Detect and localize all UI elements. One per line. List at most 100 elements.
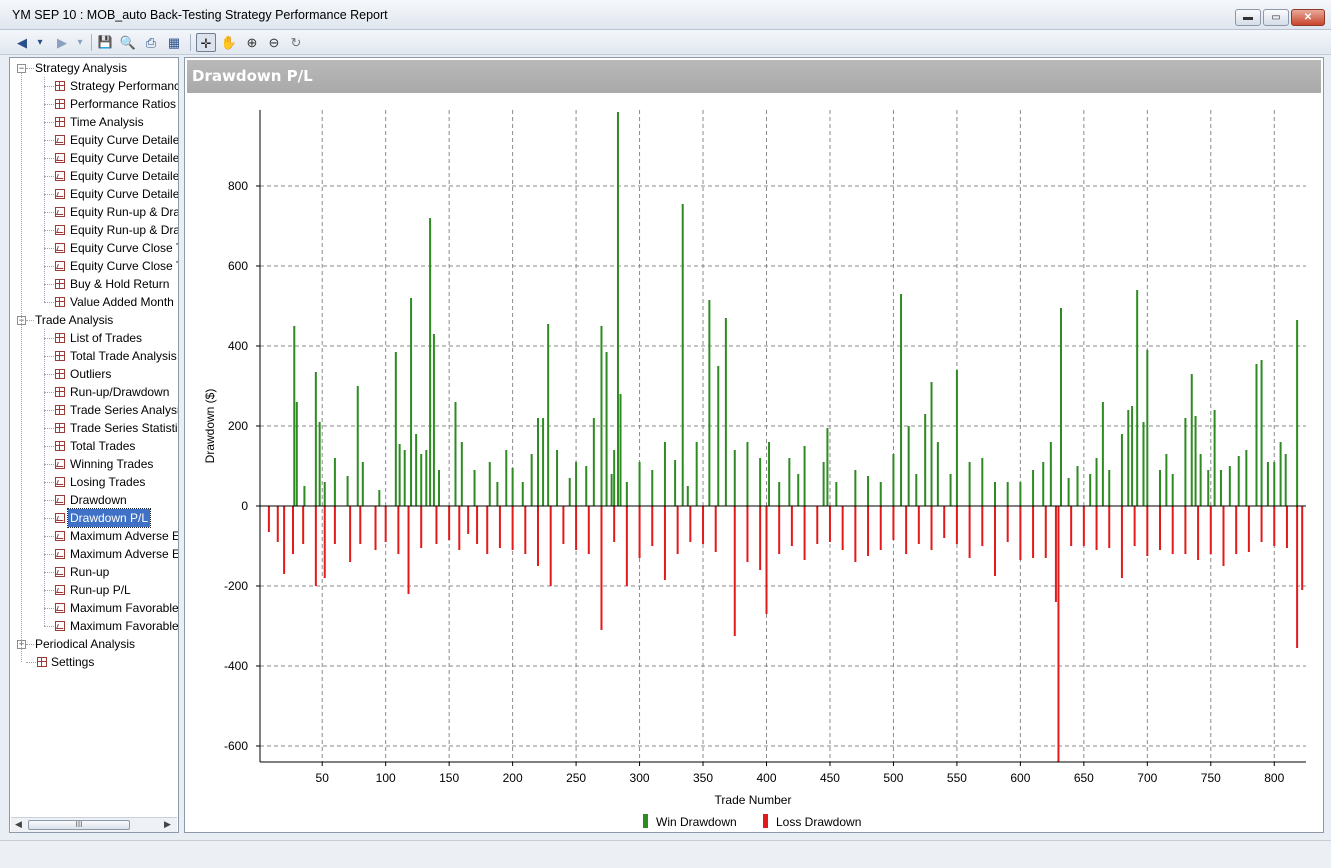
close-button[interactable]: ✕ bbox=[1291, 9, 1325, 26]
bar-win[interactable] bbox=[681, 204, 684, 506]
bar-win[interactable] bbox=[1266, 462, 1269, 506]
bar-loss[interactable] bbox=[1082, 506, 1085, 546]
bar-win[interactable] bbox=[1237, 456, 1240, 506]
bar-loss[interactable] bbox=[276, 506, 279, 542]
bar-loss[interactable] bbox=[892, 506, 895, 540]
tree-group-1[interactable]: Trade Analysis bbox=[35, 311, 113, 329]
bar-loss[interactable] bbox=[1301, 506, 1304, 590]
bar-win[interactable] bbox=[568, 478, 571, 506]
restore-button[interactable]: ▭ bbox=[1263, 9, 1289, 26]
tree-item[interactable]: Buy & Hold Return bbox=[70, 275, 169, 293]
bar-win[interactable] bbox=[651, 470, 654, 506]
bar-win[interactable] bbox=[907, 426, 910, 506]
bar-win[interactable] bbox=[788, 458, 791, 506]
bar-loss[interactable] bbox=[879, 506, 882, 550]
bar-loss[interactable] bbox=[498, 506, 501, 548]
bar-loss[interactable] bbox=[384, 506, 387, 542]
bar-loss[interactable] bbox=[1108, 506, 1111, 548]
bar-loss[interactable] bbox=[1247, 506, 1250, 552]
bar-win[interactable] bbox=[900, 294, 903, 506]
bar-win[interactable] bbox=[333, 458, 336, 506]
bar-win[interactable] bbox=[613, 450, 616, 506]
bar-win[interactable] bbox=[854, 470, 857, 506]
bar-loss[interactable] bbox=[714, 506, 717, 552]
bar-win[interactable] bbox=[575, 462, 578, 506]
tree-settings[interactable]: Settings bbox=[51, 653, 94, 671]
bar-win[interactable] bbox=[1127, 410, 1130, 506]
scroll-left-icon[interactable]: ◀ bbox=[15, 819, 22, 830]
bar-win[interactable] bbox=[674, 460, 677, 506]
bar-loss[interactable] bbox=[1235, 506, 1238, 554]
scroll-thumb[interactable]: III bbox=[28, 820, 130, 830]
scroll-right-icon[interactable]: ▶ bbox=[164, 819, 171, 830]
bar-win[interactable] bbox=[378, 490, 381, 506]
bar-win[interactable] bbox=[1279, 442, 1282, 506]
bar-loss[interactable] bbox=[638, 506, 641, 558]
bar-loss[interactable] bbox=[562, 506, 565, 544]
bar-loss[interactable] bbox=[651, 506, 654, 546]
tree-item[interactable]: Equity Curve Close T bbox=[70, 239, 178, 257]
bar-loss[interactable] bbox=[314, 506, 317, 586]
forward-arrow-icon[interactable]: ▶ bbox=[54, 33, 70, 52]
bar-win[interactable] bbox=[496, 482, 499, 506]
bar-loss[interactable] bbox=[955, 506, 958, 544]
bar-win[interactable] bbox=[1101, 402, 1104, 506]
tree-item[interactable]: Trade Series Statistic bbox=[70, 419, 178, 437]
print-icon[interactable]: ⎙ bbox=[142, 33, 160, 52]
bar-loss[interactable] bbox=[267, 506, 270, 532]
bar-win[interactable] bbox=[708, 300, 711, 506]
bar-win[interactable] bbox=[616, 112, 619, 506]
bar-win[interactable] bbox=[410, 298, 413, 506]
tree-item[interactable]: Total Trade Analysis bbox=[70, 347, 177, 365]
bar-win[interactable] bbox=[1142, 422, 1145, 506]
tree-item[interactable]: List of Trades bbox=[70, 329, 142, 347]
bar-win[interactable] bbox=[867, 476, 870, 506]
bar-loss[interactable] bbox=[1222, 506, 1225, 566]
bar-win[interactable] bbox=[1136, 290, 1139, 506]
bar-win[interactable] bbox=[686, 486, 689, 506]
bar-loss[interactable] bbox=[1133, 506, 1136, 546]
bar-loss[interactable] bbox=[1032, 506, 1035, 558]
bar-loss[interactable] bbox=[349, 506, 352, 562]
bar-win[interactable] bbox=[403, 450, 406, 506]
bar-loss[interactable] bbox=[549, 506, 552, 586]
bar-loss[interactable] bbox=[625, 506, 628, 586]
bar-win[interactable] bbox=[955, 370, 958, 506]
page-layout-icon[interactable]: ▦ bbox=[165, 33, 183, 52]
bar-loss[interactable] bbox=[917, 506, 920, 544]
bar-loss[interactable] bbox=[524, 506, 527, 554]
bar-win[interactable] bbox=[1199, 454, 1202, 506]
bar-win[interactable] bbox=[610, 474, 613, 506]
bar-loss[interactable] bbox=[816, 506, 819, 544]
bar-win[interactable] bbox=[585, 466, 588, 506]
save-icon[interactable]: 💾 bbox=[96, 33, 114, 52]
bar-win[interactable] bbox=[293, 326, 296, 506]
tree-item[interactable]: Drawdown P/L bbox=[66, 508, 152, 528]
bar-loss[interactable] bbox=[600, 506, 603, 630]
bar-win[interactable] bbox=[695, 442, 698, 506]
bar-win[interactable] bbox=[1260, 360, 1263, 506]
bar-win[interactable] bbox=[619, 394, 622, 506]
tree-horizontal-scrollbar[interactable]: ◀ III ▶ bbox=[11, 817, 177, 832]
bar-win[interactable] bbox=[1171, 474, 1174, 506]
bar-loss[interactable] bbox=[778, 506, 781, 554]
bar-win[interactable] bbox=[778, 482, 781, 506]
bar-win[interactable] bbox=[547, 324, 550, 506]
tree-item[interactable]: Maximum Adverse E bbox=[70, 545, 178, 563]
bar-win[interactable] bbox=[1042, 462, 1045, 506]
bar-win[interactable] bbox=[733, 450, 736, 506]
bar-win[interactable] bbox=[511, 468, 514, 506]
bar-win[interactable] bbox=[537, 418, 540, 506]
tree-item[interactable]: Maximum Favorable bbox=[70, 599, 178, 617]
bar-win[interactable] bbox=[1284, 454, 1287, 506]
bar-loss[interactable] bbox=[943, 506, 946, 538]
tree-item[interactable]: Strategy Performanc bbox=[70, 77, 178, 95]
bar-win[interactable] bbox=[1184, 418, 1187, 506]
bar-win[interactable] bbox=[822, 462, 825, 506]
bar-loss[interactable] bbox=[1209, 506, 1212, 554]
bar-win[interactable] bbox=[488, 462, 491, 506]
bar-win[interactable] bbox=[542, 418, 545, 506]
print-preview-icon[interactable]: 🔍 bbox=[119, 33, 137, 52]
bar-win[interactable] bbox=[717, 366, 720, 506]
bar-win[interactable] bbox=[1076, 466, 1079, 506]
